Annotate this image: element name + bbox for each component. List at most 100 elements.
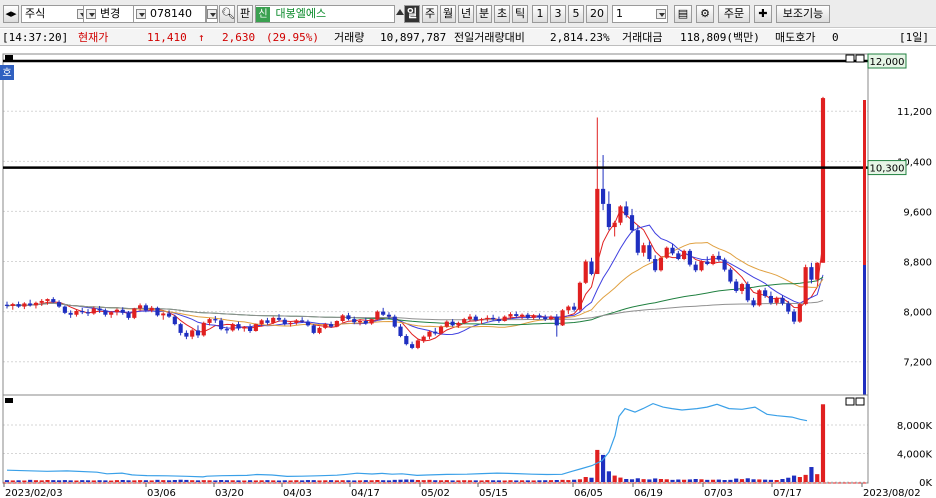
candle-body (456, 322, 461, 326)
volume-bar (51, 480, 56, 482)
code-dropdown-button[interactable] (206, 5, 218, 23)
period-month-button[interactable]: 월 (440, 5, 456, 23)
candle-body (554, 316, 559, 326)
panel-minimize-icon[interactable] (5, 55, 13, 60)
volume-bar (635, 478, 640, 482)
date-label: 06/05 (574, 488, 603, 498)
stock-name: 대봉엘에스 (275, 7, 327, 20)
period-minute-button[interactable]: 분 (476, 5, 492, 23)
date-label: 03/20 (215, 488, 244, 498)
volume-bar (629, 479, 635, 482)
candle-body (201, 322, 206, 336)
volume-bar (149, 480, 154, 482)
volume-close-icon[interactable] (855, 397, 865, 406)
stock-code-input[interactable]: 078140 (133, 5, 206, 23)
period-day-button[interactable]: 일 (404, 5, 420, 23)
volume-bar (595, 449, 600, 482)
candle-body (682, 250, 687, 259)
candle-body (543, 317, 548, 320)
volume-bar (39, 480, 44, 482)
candle-body (693, 264, 698, 271)
interval-20-button[interactable]: 20 (586, 5, 608, 23)
candle-body (195, 330, 201, 336)
volume-bar (126, 480, 131, 482)
add-indicator-button[interactable]: ✚ (754, 5, 772, 23)
nav-arrows-icon[interactable]: ◂▸ (3, 5, 19, 23)
price-tick-label: 9,600 (903, 207, 932, 218)
volume-bar (184, 479, 189, 482)
candle-body (207, 319, 212, 323)
save-button[interactable]: ▤ (674, 5, 692, 23)
candle-body (641, 245, 646, 253)
candle-body (45, 299, 50, 301)
volume-bar (120, 480, 125, 482)
volume-bar (155, 479, 160, 482)
candle-body (820, 98, 826, 263)
panel-close-icon[interactable] (855, 54, 865, 63)
interval-1-button[interactable]: 1 (532, 5, 548, 23)
volume-bar (329, 480, 334, 482)
volume-bar (757, 479, 762, 482)
volume-bar (346, 480, 351, 482)
volume-bar (467, 480, 473, 482)
candle-body (433, 331, 438, 334)
candle-body (531, 315, 536, 318)
price-range-bar-upper (863, 100, 866, 265)
volume-bar (519, 480, 525, 482)
volume-bar (230, 480, 235, 482)
settings-button[interactable]: ⚙ (696, 5, 714, 23)
volume-restore-icon[interactable] (845, 397, 855, 406)
candle-body (410, 344, 415, 348)
volume-bar (624, 479, 629, 482)
candle-body (213, 319, 218, 321)
interval-5-button[interactable]: 5 (568, 5, 584, 23)
volume-bar (404, 479, 409, 482)
volume-bar (473, 480, 478, 482)
panel-restore-icon[interactable] (845, 54, 855, 63)
volume-minimize-icon[interactable] (5, 398, 13, 403)
candle-body (91, 308, 96, 314)
candle-body (114, 309, 120, 313)
candle-body (751, 300, 756, 306)
candle-body (699, 261, 704, 271)
candle-body (653, 259, 658, 271)
volume-bar (774, 480, 779, 482)
candle-body (375, 311, 380, 320)
interval-3-button[interactable]: 3 (550, 5, 566, 23)
candle-body (103, 310, 108, 315)
volume-value: 10,897,787 (380, 31, 447, 44)
pan-button[interactable]: 판 (237, 5, 253, 23)
period-week-button[interactable]: 주 (422, 5, 438, 23)
candle-body (138, 305, 143, 309)
candle-body (363, 320, 368, 324)
candle-body (612, 222, 617, 228)
volume-bar (195, 480, 201, 482)
collapse-icon[interactable] (396, 9, 404, 15)
candle-body (247, 326, 253, 332)
candle-body (658, 257, 664, 271)
volume-bar (323, 480, 328, 482)
date-label: 04/17 (351, 488, 380, 498)
volume-bar (537, 480, 542, 482)
volume-bar (386, 480, 392, 482)
candle-body (22, 303, 27, 307)
volume-bar (357, 480, 363, 482)
interval-input[interactable]: 1 (612, 5, 668, 23)
price-tick-label: 8,000 (903, 308, 932, 319)
candle-body (172, 316, 177, 325)
period-second-button[interactable]: 초 (494, 5, 510, 23)
aux-function-button[interactable]: 보조기능 (776, 5, 830, 23)
candle-body (120, 309, 125, 313)
stock-chart[interactable]: 호 11,20010,4009,6008,8008,0007,200 12,00… (0, 47, 936, 498)
market-select[interactable]: 주식 (21, 5, 90, 23)
period-year-button[interactable]: 년 (458, 5, 474, 23)
volume-bar (410, 479, 415, 482)
search-button[interactable]: 🔍︎ (219, 5, 235, 23)
candle-body (739, 284, 745, 291)
candle-body (282, 319, 287, 325)
candle-body (467, 316, 473, 320)
period-tick-button[interactable]: 틱 (512, 5, 528, 23)
candle-body (676, 253, 681, 259)
candle-body (595, 188, 600, 275)
order-button[interactable]: 주문 (718, 5, 750, 23)
